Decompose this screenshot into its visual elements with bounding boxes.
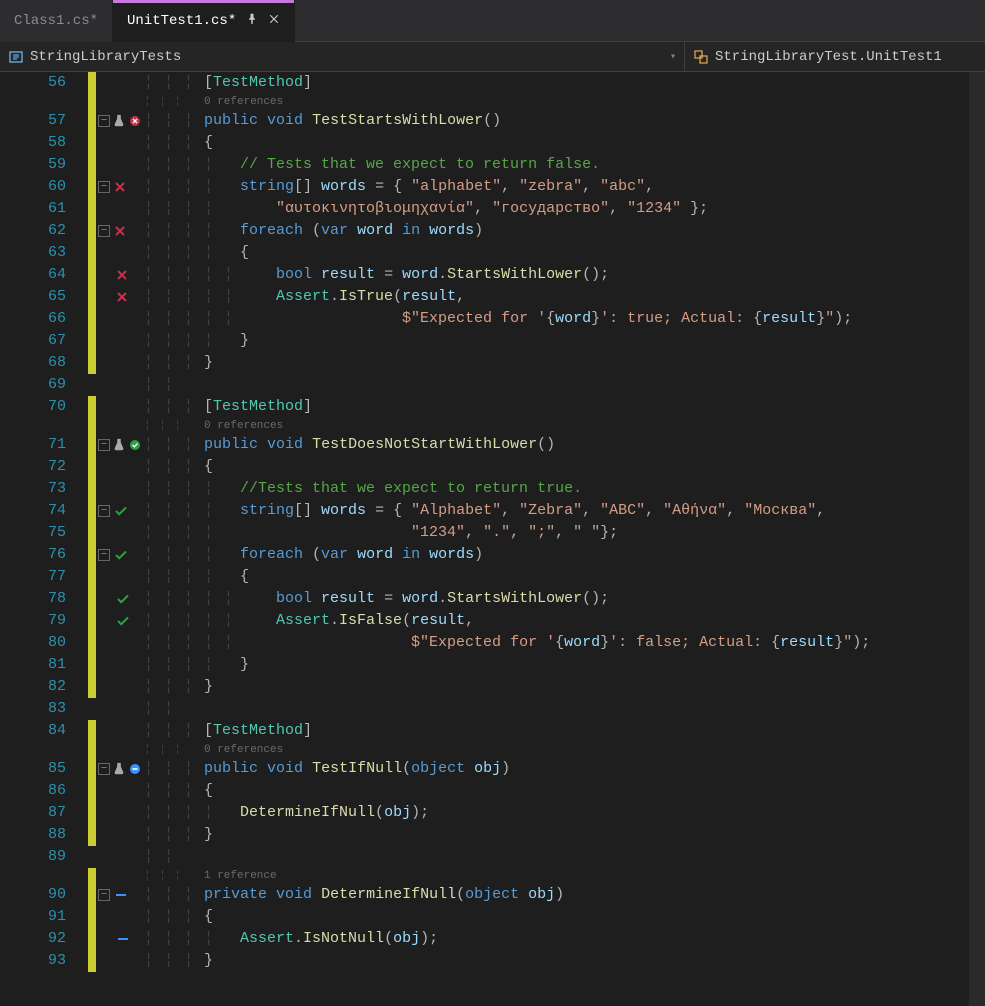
fold-icon[interactable]: − bbox=[98, 439, 110, 451]
dash-icon bbox=[116, 932, 130, 946]
fold-icon[interactable]: − bbox=[98, 763, 110, 775]
nav-member-dropdown[interactable]: StringLibraryTest.UnitTest1 bbox=[685, 42, 985, 71]
codelens[interactable]: 0 references bbox=[204, 418, 985, 434]
fold-icon[interactable]: − bbox=[98, 549, 110, 561]
x-icon bbox=[114, 225, 126, 237]
fold-icon[interactable]: − bbox=[98, 889, 110, 901]
tab-unittest1[interactable]: UnitTest1.cs* bbox=[113, 0, 295, 42]
vertical-scrollbar[interactable] bbox=[969, 72, 985, 1006]
fold-icon[interactable]: − bbox=[98, 505, 110, 517]
close-icon[interactable] bbox=[268, 13, 280, 30]
mod-indicator bbox=[88, 72, 96, 94]
codelens[interactable]: 0 references bbox=[204, 94, 985, 110]
test-fail-icon bbox=[130, 116, 140, 126]
check-icon bbox=[116, 614, 130, 628]
nav-member-text: StringLibraryTest.UnitTest1 bbox=[715, 49, 942, 65]
check-icon bbox=[114, 504, 128, 518]
dash-icon bbox=[114, 888, 128, 902]
tab-label: Class1.cs* bbox=[14, 13, 98, 29]
fold-icon[interactable]: − bbox=[98, 115, 110, 127]
code-text: public void TestStartsWithLower() bbox=[204, 110, 985, 132]
class-icon bbox=[693, 49, 709, 65]
codelens[interactable]: 0 references bbox=[204, 742, 985, 758]
check-icon bbox=[114, 548, 128, 562]
tab-class1[interactable]: Class1.cs* bbox=[0, 0, 113, 42]
codelens[interactable]: 1 reference bbox=[204, 868, 985, 884]
fold-icon[interactable]: − bbox=[98, 181, 110, 193]
tabs-bar: Class1.cs* UnitTest1.cs* bbox=[0, 0, 985, 42]
nav-scope-dropdown[interactable]: StringLibraryTests ▾ bbox=[0, 42, 685, 71]
code-editor[interactable]: 56¦ ¦ ¦[TestMethod] ¦ ¦ ¦0 references 57… bbox=[0, 72, 985, 1006]
chevron-down-icon: ▾ bbox=[670, 51, 676, 63]
indent-guides: ¦ ¦ ¦ bbox=[144, 72, 204, 94]
nav-bar: StringLibraryTests ▾ StringLibraryTest.U… bbox=[0, 42, 985, 72]
namespace-icon bbox=[8, 49, 24, 65]
test-beaker-icon[interactable] bbox=[112, 762, 126, 776]
pin-icon[interactable] bbox=[246, 13, 258, 30]
x-icon bbox=[114, 181, 126, 193]
gutter bbox=[96, 72, 144, 94]
test-beaker-icon[interactable] bbox=[112, 114, 126, 128]
code-text: [TestMethod] bbox=[204, 72, 985, 94]
line-number: 56 bbox=[0, 72, 88, 94]
test-pass-icon bbox=[130, 440, 140, 450]
check-icon bbox=[116, 592, 130, 606]
fold-icon[interactable]: − bbox=[98, 225, 110, 237]
tab-label: UnitTest1.cs* bbox=[127, 13, 236, 29]
x-icon bbox=[116, 291, 128, 303]
nav-scope-text: StringLibraryTests bbox=[30, 49, 181, 65]
test-beaker-icon[interactable] bbox=[112, 438, 126, 452]
test-notrun-icon bbox=[130, 764, 140, 774]
gutter[interactable]: − bbox=[96, 110, 144, 132]
line-number: 57 bbox=[0, 110, 88, 132]
x-icon bbox=[116, 269, 128, 281]
